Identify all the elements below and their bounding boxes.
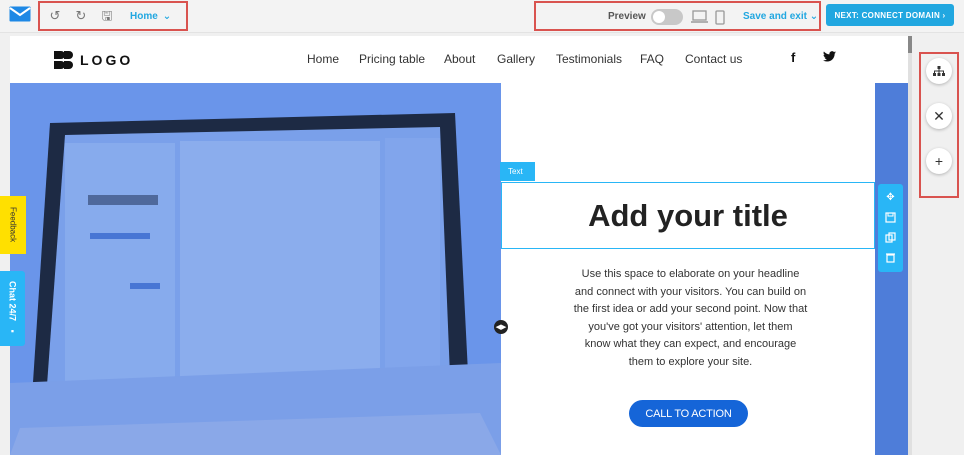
cta-label: CALL TO ACTION bbox=[645, 407, 732, 420]
nav-contact-us[interactable]: Contact us bbox=[685, 52, 742, 66]
canvas-scrollbar[interactable] bbox=[908, 36, 912, 455]
facebook-icon[interactable]: f bbox=[791, 50, 795, 65]
chevron-down-icon: ⌄ bbox=[162, 10, 172, 22]
hero-image[interactable] bbox=[10, 83, 501, 455]
redo-icon[interactable]: ↻ bbox=[74, 9, 88, 23]
next-button-label: NEXT: CONNECT DOMAIN bbox=[834, 10, 941, 20]
page-title: Add your title bbox=[588, 197, 788, 233]
body-line: you've got your visitors' attention, let… bbox=[588, 320, 793, 333]
floppy-icon[interactable]: 🖫 bbox=[100, 9, 114, 23]
body-line: Use this space to elaborate on your head… bbox=[581, 268, 800, 280]
feedback-tab[interactable]: Feedback bbox=[0, 196, 26, 254]
body-line: and connect with your visitors. You can … bbox=[574, 285, 807, 298]
nav-faq[interactable]: FAQ bbox=[640, 52, 664, 66]
logo-text: LOGO bbox=[80, 52, 134, 68]
body-line: the first idea or add your second point.… bbox=[573, 303, 808, 315]
site-canvas: LOGO Home Pricing table About Gallery Te… bbox=[10, 36, 908, 455]
laptop-photo bbox=[10, 83, 501, 455]
page-selector-label: Home bbox=[130, 10, 158, 22]
sitemap-icon[interactable] bbox=[926, 58, 952, 84]
save-and-exit-button[interactable]: Save and exit ⌄ bbox=[743, 11, 818, 22]
nav-gallery[interactable]: Gallery bbox=[497, 52, 535, 66]
text-block-tag: Text bbox=[500, 162, 535, 181]
body-line: know what they can expect, and encourage bbox=[584, 338, 797, 350]
editor-toolbar: ↺ ↻ 🖫 Home ⌄ Preview Save and exit ⌄ NEX… bbox=[0, 0, 964, 33]
preview-label: Preview bbox=[608, 11, 646, 22]
chat-bubble-icon: ▪ bbox=[7, 325, 18, 336]
plus-icon[interactable]: + bbox=[926, 148, 952, 174]
nav-home[interactable]: Home bbox=[307, 52, 339, 66]
chat-tab[interactable]: Chat 24/7 ▪ bbox=[0, 271, 25, 346]
preview-toggle[interactable] bbox=[651, 9, 683, 25]
undo-icon[interactable]: ↺ bbox=[48, 9, 62, 23]
move-icon[interactable]: ✥ bbox=[885, 192, 897, 204]
floppy-icon[interactable] bbox=[885, 212, 897, 224]
chat-label: Chat 24/7 bbox=[7, 281, 18, 322]
duplicate-icon[interactable] bbox=[885, 232, 897, 244]
body-text[interactable]: Use this space to elaborate on your head… bbox=[566, 266, 815, 371]
nav-about[interactable]: About bbox=[444, 52, 475, 66]
site-header: LOGO Home Pricing table About Gallery Te… bbox=[10, 36, 908, 83]
logo-icon bbox=[54, 51, 73, 69]
desktop-icon[interactable] bbox=[691, 10, 708, 28]
site-logo[interactable]: LOGO bbox=[54, 51, 133, 69]
next-connect-domain-button[interactable]: NEXT: CONNECT DOMAIN › bbox=[826, 4, 954, 26]
title-block[interactable]: Add your title bbox=[501, 182, 875, 249]
chevron-right-icon: › bbox=[940, 10, 946, 20]
body-line: them to explore your site. bbox=[628, 355, 753, 368]
nav-pricing-table[interactable]: Pricing table bbox=[359, 52, 425, 66]
scrollbar-thumb[interactable] bbox=[908, 36, 912, 53]
mobile-icon[interactable] bbox=[715, 10, 725, 30]
nav-testimonials[interactable]: Testimonials bbox=[556, 52, 622, 66]
call-to-action-button[interactable]: CALL TO ACTION bbox=[629, 400, 748, 427]
block-toolbar: ✥ bbox=[878, 184, 903, 272]
page-selector[interactable]: Home ⌄ bbox=[130, 11, 171, 22]
twitter-icon[interactable] bbox=[823, 50, 836, 65]
save-and-exit-label: Save and exit bbox=[743, 11, 807, 22]
envelope-icon[interactable] bbox=[9, 6, 31, 22]
chevron-down-icon: ⌄ bbox=[809, 11, 819, 22]
close-icon[interactable]: ✕ bbox=[926, 103, 952, 129]
preview-toolbar: Preview Save and exit ⌄ bbox=[534, 1, 821, 31]
resize-handle-icon[interactable]: ◀▶ bbox=[494, 320, 508, 334]
history-toolbar: ↺ ↻ 🖫 Home ⌄ bbox=[38, 1, 188, 31]
trash-icon[interactable] bbox=[885, 252, 897, 264]
